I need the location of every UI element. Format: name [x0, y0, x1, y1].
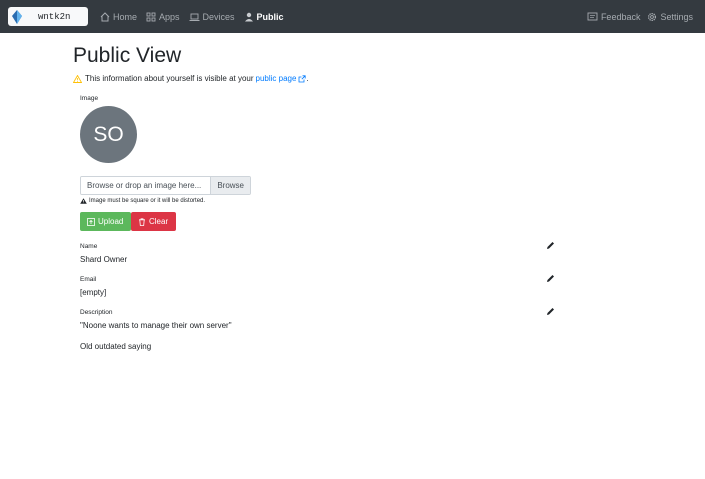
image-button-row: Upload Clear [80, 212, 705, 231]
nav-public[interactable]: Public [244, 12, 284, 22]
nav-settings[interactable]: Settings [647, 12, 693, 22]
shard-gem-icon [12, 9, 22, 24]
shard-name: wntk2n [38, 11, 71, 22]
trash-icon [139, 217, 145, 226]
avatar: SO [80, 106, 137, 163]
image-hint: Image must be square or it will be disto… [80, 198, 705, 204]
laptop-icon [189, 13, 200, 21]
person-icon [244, 12, 253, 21]
page-title: Public View [73, 44, 182, 67]
external-link-icon [299, 74, 307, 82]
email-label: Email [80, 276, 97, 283]
warning-icon [73, 74, 82, 83]
nav-home[interactable]: Home [100, 12, 137, 22]
nav-home-label: Home [113, 11, 138, 22]
email-value: [empty] [80, 288, 107, 297]
browse-button[interactable]: Browse [210, 177, 250, 194]
nav-devices[interactable]: Devices [189, 12, 235, 22]
nav-apps-label: Apps [159, 11, 180, 22]
image-label: Image [80, 95, 99, 102]
clear-button[interactable]: Clear [131, 212, 176, 231]
house-icon [100, 11, 110, 21]
image-section: Image SO Browse or drop an image here...… [80, 95, 705, 351]
nav-feedback-label: Feedback [600, 11, 641, 22]
description-value: "Noone wants to manage their own server" [80, 321, 232, 330]
top-navbar: wntk2n Home Apps Devices Public Feedback… [0, 0, 705, 33]
nav-apps[interactable]: Apps [146, 12, 180, 22]
shard-brand[interactable]: wntk2n [8, 7, 88, 26]
public-page-link-label: public page [255, 74, 297, 83]
notice-end: . [306, 74, 309, 83]
name-value: Shard Owner [80, 255, 128, 264]
name-label: Name [80, 243, 98, 250]
saying-text: Old outdated saying [80, 342, 152, 351]
nav-feedback[interactable]: Feedback [587, 11, 641, 22]
description-label: Description [80, 309, 113, 316]
upload-icon [87, 217, 95, 226]
image-hint-text: Image must be square or it will be disto… [89, 198, 206, 204]
nav-public-label: Public [256, 11, 284, 22]
visibility-notice: This information about yourself is visib… [73, 74, 705, 83]
public-page-link[interactable]: public page [256, 74, 307, 83]
file-input-placeholder[interactable]: Browse or drop an image here... [81, 177, 211, 194]
upload-button[interactable]: Upload [80, 212, 131, 231]
gear-icon [648, 12, 657, 21]
right-nav: Feedback Settings [580, 0, 693, 33]
edit-name-icon[interactable] [546, 241, 555, 250]
warning-filled-icon [80, 198, 87, 204]
notice-text: This information about yourself is visib… [85, 74, 254, 83]
name-field: Name Shard Owner [80, 241, 555, 264]
grid-icon [146, 12, 156, 21]
clear-label: Clear [149, 217, 169, 226]
edit-email-icon[interactable] [546, 274, 555, 283]
edit-description-icon[interactable] [546, 307, 555, 316]
main-content: Public View This information about yours… [0, 33, 705, 351]
description-field: Description "Noone wants to manage their… [80, 307, 555, 330]
nav-devices-label: Devices [202, 11, 235, 22]
nav-settings-label: Settings [660, 11, 693, 22]
email-field: Email [empty] [80, 274, 555, 297]
image-file-input[interactable]: Browse or drop an image here... Browse [80, 176, 251, 195]
avatar-initials: SO [93, 122, 124, 146]
feedback-icon [587, 12, 598, 20]
main-nav: Home Apps Devices Public [100, 12, 293, 22]
upload-label: Upload [98, 217, 124, 226]
